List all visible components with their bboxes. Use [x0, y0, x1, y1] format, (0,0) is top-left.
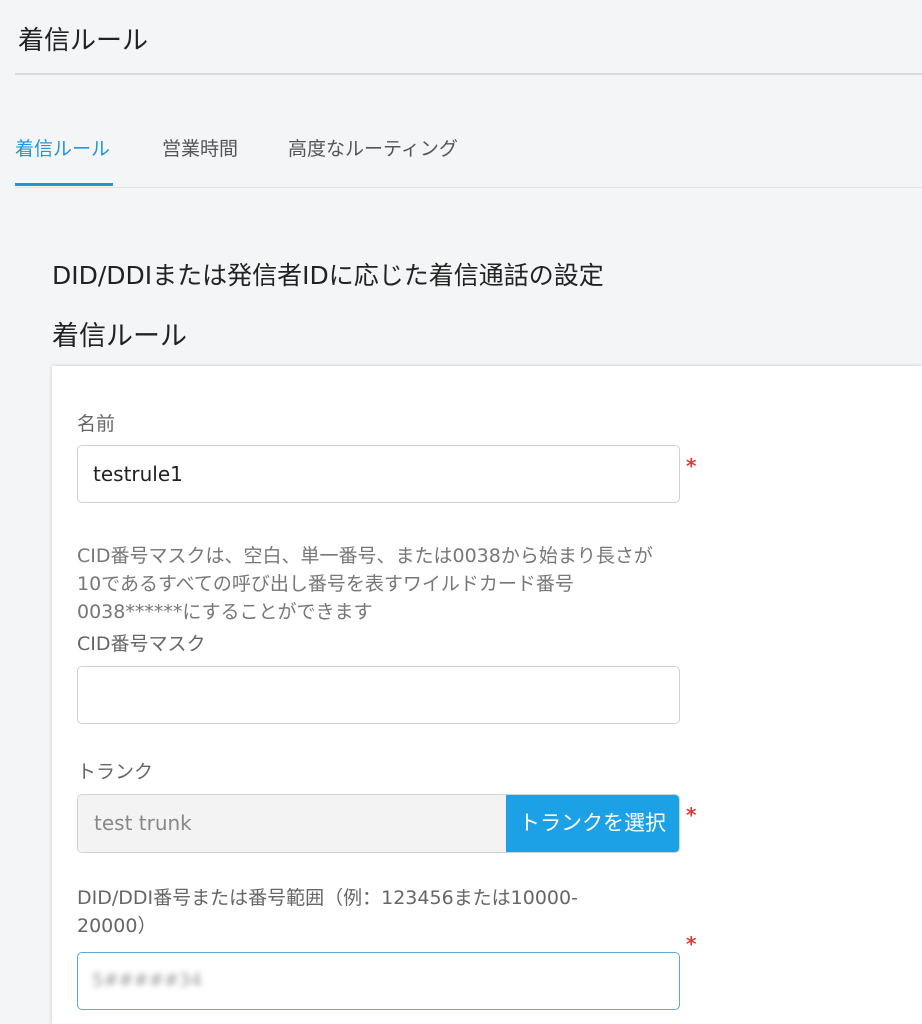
trunk-required-mark: *: [686, 803, 697, 827]
section-title: 着信ルール: [52, 321, 187, 352]
did-label: DID/DDI番号または番号範囲（例：123456または10000-20000）: [77, 887, 578, 937]
rule-form-card: 名前 * CID番号マスクは、空白、単一番号、または0038から始まり長さが10…: [52, 366, 922, 1024]
name-required-mark: *: [686, 454, 697, 478]
cid-help-text: CID番号マスクは、空白、単一番号、または0038から始まり長さが10であるすべ…: [77, 545, 653, 623]
did-number-value: 5#####34: [92, 970, 202, 991]
cid-label: CID番号マスク: [77, 633, 206, 655]
page: 着信ルール 着信ルール 営業時間 高度なルーティング DID/DDIまたは発信者…: [0, 0, 922, 1024]
trunk-value: test trunk: [78, 795, 506, 852]
tab-bar: 着信ルール 営業時間 高度なルーティング: [15, 122, 922, 188]
did-required-mark: *: [686, 932, 697, 956]
trunk-field: test trunk トランクを選択: [77, 794, 680, 853]
page-header: 着信ルール: [15, 0, 922, 75]
section-description: DID/DDIまたは発信者IDに応じた着信通話の設定: [52, 261, 604, 290]
trunk-label: トランク: [77, 761, 154, 783]
cid-mask-input[interactable]: [77, 666, 680, 724]
select-trunk-button[interactable]: トランクを選択: [506, 795, 679, 852]
tab-incoming-rules[interactable]: 着信ルール: [15, 134, 113, 186]
page-title: 着信ルール: [18, 26, 149, 56]
name-label: 名前: [77, 413, 116, 435]
tab-advanced-routing[interactable]: 高度なルーティング: [288, 134, 458, 186]
name-input[interactable]: [77, 445, 680, 503]
tab-business-hours[interactable]: 営業時間: [162, 134, 238, 186]
